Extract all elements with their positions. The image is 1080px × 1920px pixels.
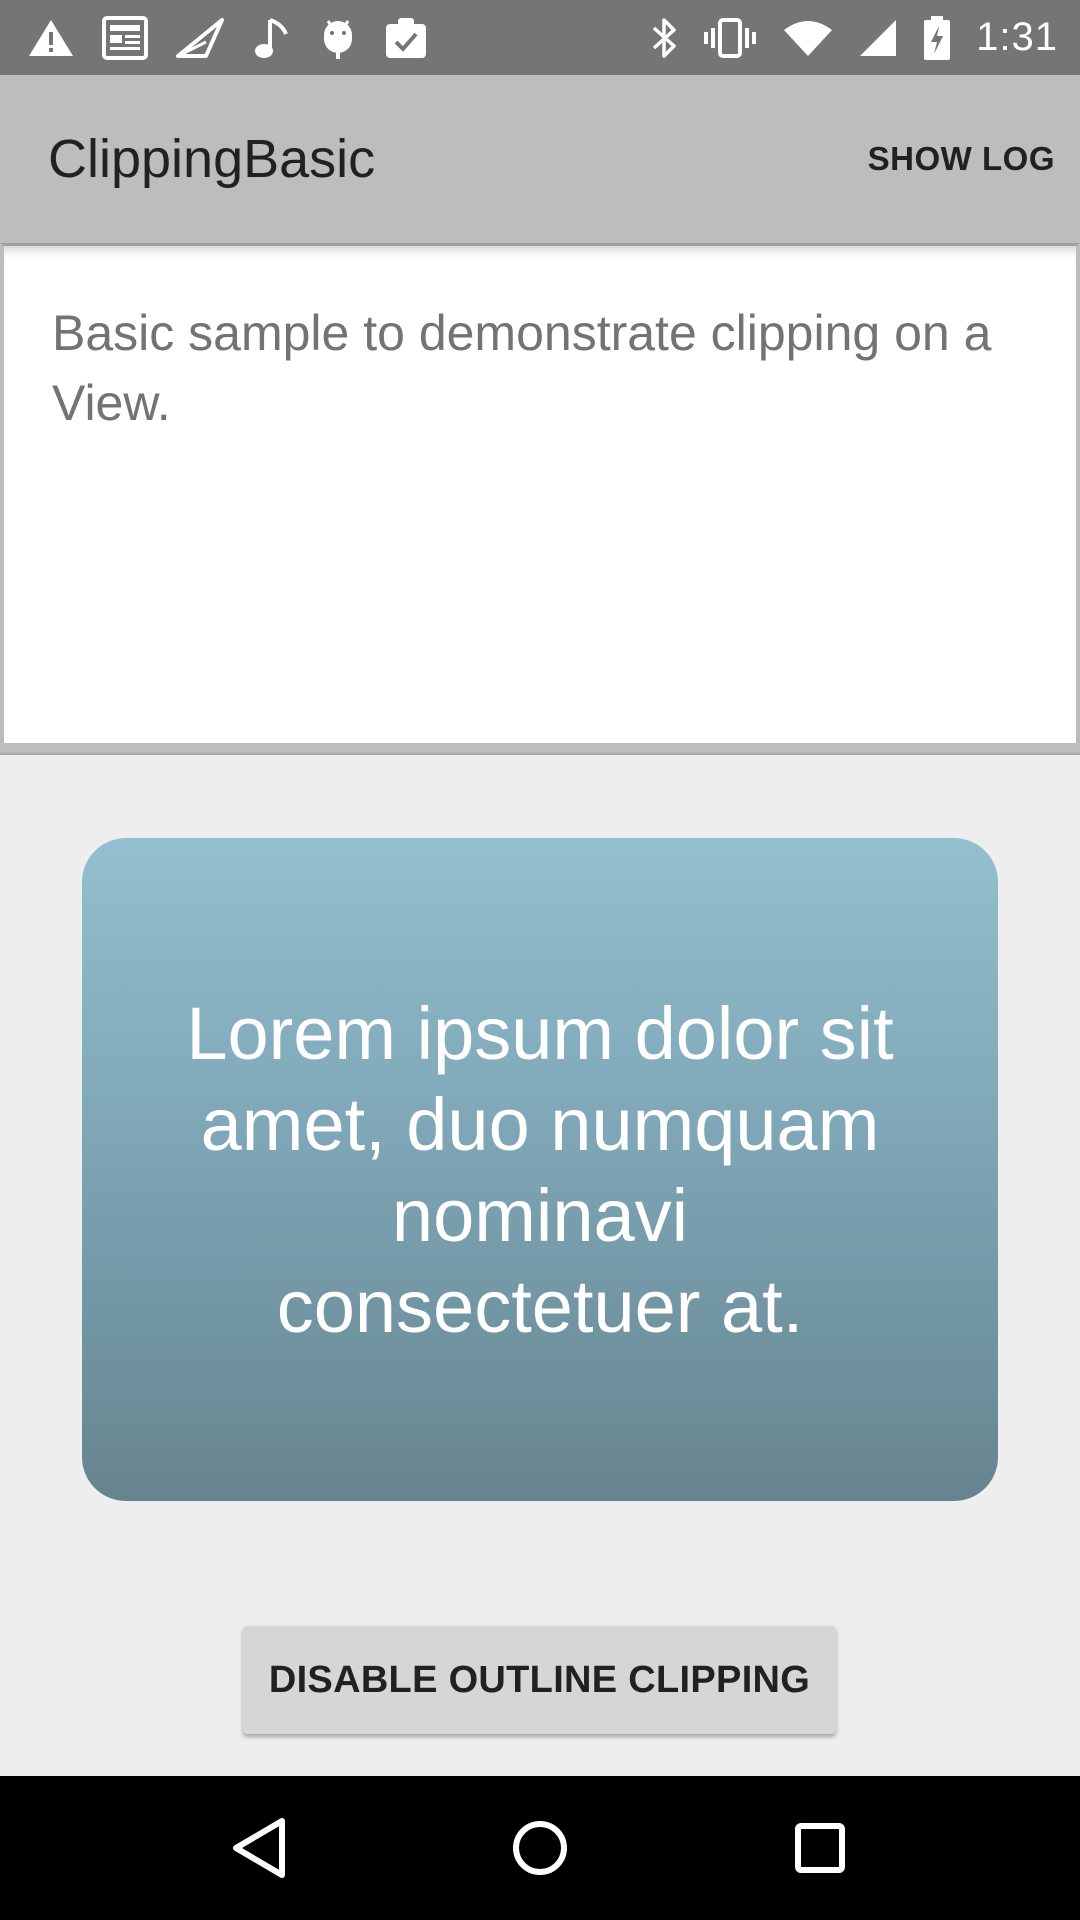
home-icon[interactable] (480, 1788, 600, 1908)
intro-text: Basic sample to demonstrate clipping on … (52, 305, 992, 431)
android-debug-icon (320, 15, 356, 61)
music-note-icon (252, 16, 292, 60)
action-bar: ClippingBasic SHOW LOG (0, 75, 1080, 243)
navigation-bar (0, 1776, 1080, 1920)
app-screen: 1:31 ClippingBasic SHOW LOG Basic sample… (0, 0, 1080, 1920)
notification-icons (28, 15, 456, 61)
disable-outline-clipping-button[interactable]: DISABLE OUTLINE CLIPPING (243, 1626, 836, 1734)
news-icon (102, 15, 148, 60)
wifi-icon (782, 18, 834, 58)
battery-charging-icon (922, 15, 952, 61)
status-time: 1:31 (976, 15, 1058, 59)
bluetooth-icon (650, 16, 678, 60)
recents-icon[interactable] (760, 1788, 880, 1908)
system-indicators: 1:31 (626, 15, 1058, 61)
clipped-card[interactable]: Lorem ipsum dolor sit amet, duo numquam … (82, 838, 998, 1501)
status-bar: 1:31 (0, 0, 1080, 75)
intro-divider (0, 743, 1080, 755)
show-log-button[interactable]: SHOW LOG (868, 140, 1055, 178)
intro-panel: Basic sample to demonstrate clipping on … (0, 243, 1080, 755)
cellular-signal-icon (858, 18, 898, 58)
card-text: Lorem ipsum dolor sit amet, duo numquam … (186, 991, 894, 1348)
app-title: ClippingBasic (48, 129, 376, 189)
vibrate-icon (702, 16, 758, 60)
warning-icon (28, 18, 74, 58)
back-icon[interactable] (200, 1788, 320, 1908)
send-icon (176, 17, 224, 58)
clipboard-check-icon (384, 16, 428, 60)
